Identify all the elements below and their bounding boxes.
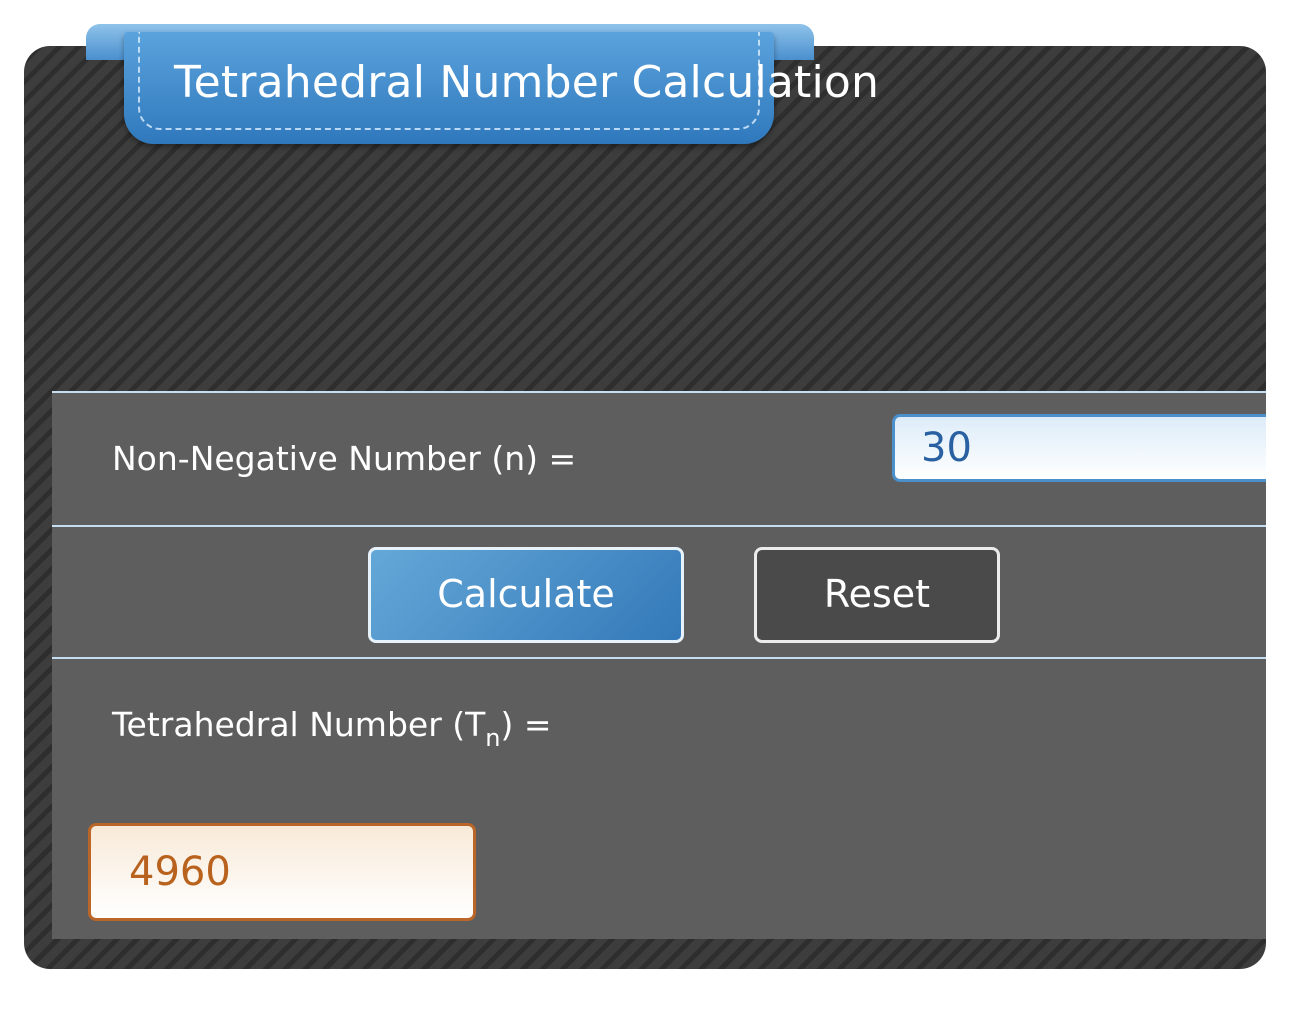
divider: [52, 525, 1266, 527]
calculator-widget: Non-Negative Number (n) = Calculate Rese…: [0, 0, 1290, 1028]
reset-button[interactable]: Reset: [754, 547, 1000, 643]
result-output: 4960: [88, 823, 476, 921]
result-label-suffix: ) =: [500, 705, 552, 744]
result-label: Tetrahedral Number (Tn) =: [112, 705, 552, 752]
calculate-button[interactable]: Calculate: [368, 547, 684, 643]
calculator-panel: Non-Negative Number (n) = Calculate Rese…: [24, 46, 1266, 969]
page-title: Tetrahedral Number Calculation: [174, 57, 880, 108]
result-label-subscript: n: [485, 724, 501, 752]
number-input[interactable]: [892, 414, 1266, 482]
calculator-form: Non-Negative Number (n) = Calculate Rese…: [52, 391, 1266, 939]
divider: [52, 391, 1266, 393]
input-label: Non-Negative Number (n) =: [112, 439, 577, 478]
divider: [52, 657, 1266, 659]
result-label-prefix: Tetrahedral Number (T: [112, 705, 486, 744]
